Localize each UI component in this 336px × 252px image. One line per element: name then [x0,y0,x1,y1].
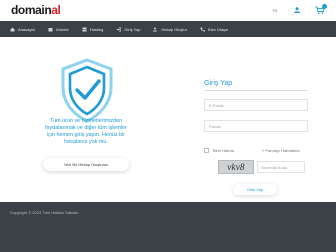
site-logo[interactable]: domain al [11,4,61,17]
email-field[interactable]: E-Posta [204,99,308,111]
nav-label: Hesap Oluştur [161,26,188,32]
captcha-image: vkv8 [218,160,254,174]
nav-item-home[interactable]: Anasayfa [10,21,35,37]
user-plus-icon [153,27,158,31]
copyright-text: Copyright © 2023 Tüm Hakları Saklıdır. [10,210,80,215]
remember-me: Beni Hatırla [204,148,234,153]
language-selector[interactable]: TR [272,8,277,13]
nav-item-hosting[interactable]: Hosting [82,21,104,37]
remember-label: Beni Hatırla [213,148,234,153]
login-icon [116,26,122,32]
home-icon [10,27,15,31]
logo-main-text: domain [11,3,52,17]
user-icon[interactable] [294,7,300,13]
box-icon [48,27,53,31]
main-nav: Anasayfa Ürünler Hosting Giriş Yap Hesap… [0,21,336,37]
nav-item-contact[interactable]: Bize Ulaşın [200,21,228,37]
server-icon [82,27,87,31]
password-field[interactable]: Parola [204,120,308,132]
main-content: Tüm ürün ve hizmetlerimizden faydalanmak… [0,37,336,202]
login-promo-text: Tüm ürün ve hizmetlerimizden faydalanmak… [45,118,127,145]
nav-label: Hosting [89,26,104,32]
nav-label: Ürünler [55,26,69,32]
captcha-input[interactable]: Güvenlik Kodu [257,161,305,173]
nav-item-register[interactable]: Hesap Oluştur [153,21,187,37]
logo-accent-text: al [51,3,61,17]
login-divider [204,90,308,91]
create-account-button[interactable]: Yeni Bir Hesap Oluşturun [43,158,129,171]
shield-check-icon [61,58,113,123]
top-header: domain al TR [0,0,336,21]
login-title: Giriş Yap [204,80,233,87]
cart-badge [322,4,327,9]
login-submit-button[interactable]: Giriş Yap [233,184,277,195]
nav-item-products[interactable]: Ürünler [48,21,69,37]
nav-label: Giriş Yap [124,26,141,32]
remember-checkbox[interactable] [204,148,209,153]
phone-icon [200,27,206,32]
nav-item-login[interactable]: Giriş Yap [116,21,140,37]
nav-label: Bize Ulaşın [208,26,229,32]
forgot-password-link[interactable]: » Parolayı Hatırlatma [262,148,300,153]
nav-label: Anasayfa [18,26,35,32]
footer: Copyright © 2023 Tüm Hakları Saklıdır. [0,202,336,252]
